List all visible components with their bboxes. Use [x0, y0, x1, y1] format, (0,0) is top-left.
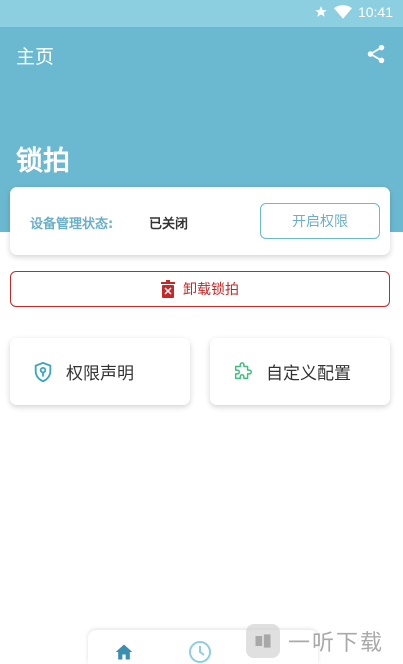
status-icons: 10:41 [314, 4, 393, 20]
clock-icon[interactable] [188, 640, 212, 664]
star-icon [315, 6, 327, 17]
page-title: 主页 [16, 46, 55, 68]
share-icon[interactable] [365, 43, 387, 65]
uninstall-button[interactable]: 卸载锁拍 [10, 271, 390, 307]
home-icon[interactable] [114, 642, 134, 662]
uninstall-label: 卸载锁拍 [183, 282, 239, 298]
status-bar: 10:41 [0, 0, 403, 27]
status-value: 已关闭 [149, 217, 189, 232]
trash-icon [161, 280, 175, 298]
shield-key-icon [34, 361, 52, 382]
custom-config-tile[interactable]: 自定义配置 [210, 338, 390, 405]
status-label: 设备管理状态: [30, 217, 114, 232]
tile-label: 权限声明 [66, 364, 134, 384]
wifi-icon [333, 5, 352, 19]
app-title: 锁拍 [16, 146, 70, 177]
watermark-logo-icon [246, 624, 280, 658]
watermark-text: 一听下载 [288, 631, 385, 656]
enable-permission-button[interactable]: 开启权限 [260, 203, 380, 239]
tile-label: 自定义配置 [266, 364, 351, 384]
clock-time: 10:41 [357, 4, 393, 20]
puzzle-icon [234, 361, 252, 379]
permission-statement-tile[interactable]: 权限声明 [10, 338, 190, 405]
watermark: 一听下载 [246, 618, 403, 664]
device-admin-status-card: 设备管理状态: 已关闭 开启权限 [10, 187, 390, 255]
